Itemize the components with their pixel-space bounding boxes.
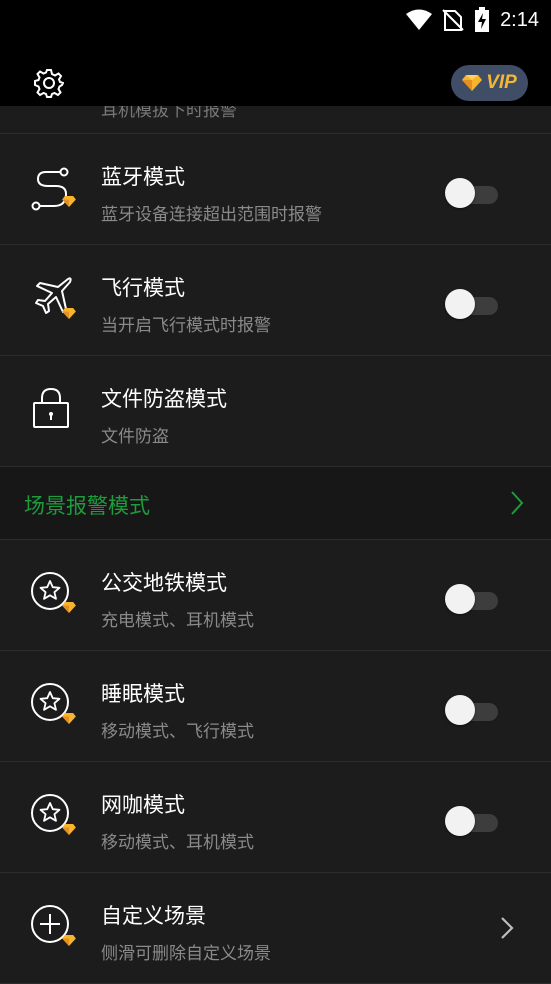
list-item-custom-scene[interactable]: 自定义场景 侧滑可删除自定义场景 [0,873,551,984]
vip-diamond-icon [62,713,76,724]
list-item-partial[interactable]: 耳机模拔下时报警 [0,106,551,134]
sleep-mode-toggle[interactable] [445,695,498,725]
battery-charging-icon [475,7,490,32]
list-item-sub: 文件防盗 [101,427,169,447]
section-title: 场景报警模式 [24,494,150,518]
list-item-airplane-mode[interactable]: 飞行模式 当开启飞行模式时报警 [0,245,551,356]
list-item-internet-cafe-mode[interactable]: 网咖模式 移动模式、耳机模式 [0,762,551,873]
scene-alarm-section-header[interactable]: 场景报警模式 [0,467,551,540]
toggle-knob [445,289,475,319]
list-item-title: 睡眠模式 [101,682,185,706]
list-item-sub: 耳机模拔下时报警 [101,106,237,121]
vip-button[interactable]: VIP [451,65,528,101]
vip-diamond-icon [62,824,76,835]
status-time: 2:14 [500,8,539,31]
chevron-right-icon [501,917,514,939]
list-item-sub: 移动模式、飞行模式 [101,722,254,742]
airplane-mode-toggle[interactable] [445,289,498,319]
vip-diamond-icon [62,935,76,946]
list-item-sleep-mode[interactable]: 睡眠模式 移动模式、飞行模式 [0,651,551,762]
vip-diamond-icon [62,308,76,319]
internet-cafe-mode-toggle[interactable] [445,806,498,836]
toggle-knob [445,695,475,725]
list-item-sub: 侧滑可删除自定义场景 [101,944,271,964]
list-item-sub: 当开启飞行模式时报警 [101,316,271,336]
toggle-knob [445,584,475,614]
list-item-title: 文件防盗模式 [101,387,227,411]
vip-label: VIP [486,72,517,93]
vip-diamond-icon [62,196,76,207]
list-item-title: 公交地铁模式 [101,571,227,595]
toggle-knob [445,806,475,836]
diamond-icon [462,75,483,91]
chevron-right-icon [511,491,524,515]
bluetooth-mode-toggle[interactable] [445,178,498,208]
status-bar: 2:14 [0,0,551,40]
bus-subway-mode-toggle[interactable] [445,584,498,614]
list-item-sub: 充电模式、耳机模式 [101,611,254,631]
toggle-knob [445,178,475,208]
list-item-title: 网咖模式 [101,793,185,817]
vip-diamond-icon [62,602,76,613]
gear-icon[interactable] [34,68,64,98]
list-item-sub: 蓝牙设备连接超出范围时报警 [101,205,322,225]
list-item-title: 蓝牙模式 [101,165,185,189]
lock-icon [33,387,69,428]
list-item-sub: 移动模式、耳机模式 [101,833,254,853]
list-item-file-protection-mode[interactable]: 文件防盗模式 文件防盗 [0,356,551,467]
no-sim-icon [442,9,464,31]
list-item-title: 飞行模式 [101,276,185,300]
list-item-bus-subway-mode[interactable]: 公交地铁模式 充电模式、耳机模式 [0,540,551,651]
mode-list: 耳机模拔下时报警 蓝牙模式 蓝牙设备连接超出范围时报警 飞行模式 当开启飞行模式… [0,106,551,984]
list-item-bluetooth-mode[interactable]: 蓝牙模式 蓝牙设备连接超出范围时报警 [0,134,551,245]
list-item-title: 自定义场景 [101,904,206,928]
wifi-icon [406,9,433,30]
